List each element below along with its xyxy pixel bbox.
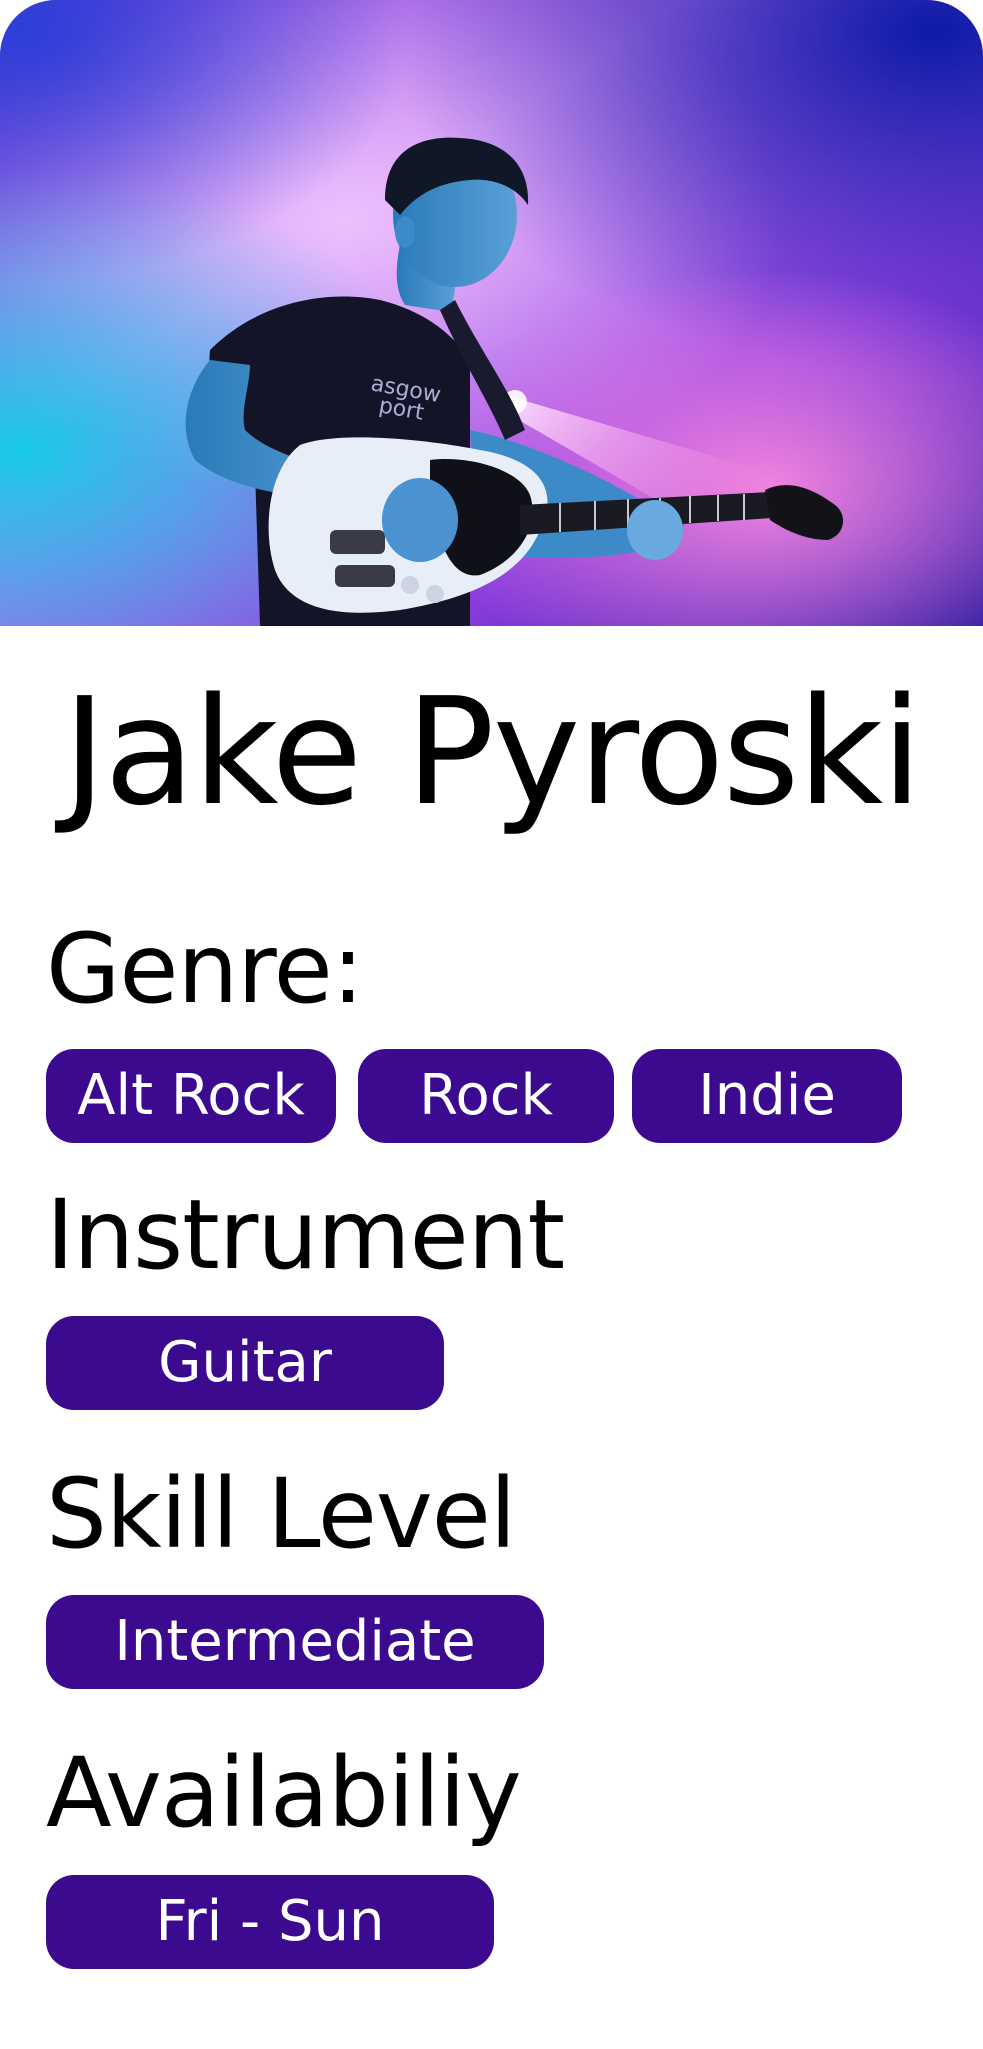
skill-level-chip-intermediate[interactable]: Intermediate bbox=[46, 1595, 544, 1689]
skill-level-title: Skill Level bbox=[46, 1458, 516, 1570]
musician-profile-card: asgow port Jake Pyroski Genre: Alt Rock … bbox=[0, 0, 983, 2049]
profile-photo: asgow port bbox=[0, 0, 983, 626]
availability-chip-fri-sun[interactable]: Fri - Sun bbox=[46, 1875, 494, 1969]
genre-chip-alt-rock[interactable]: Alt Rock bbox=[46, 1049, 336, 1143]
genre-title: Genre: bbox=[46, 913, 364, 1025]
profile-name: Jake Pyroski bbox=[62, 666, 923, 838]
instrument-chip-guitar[interactable]: Guitar bbox=[46, 1316, 444, 1410]
genre-chip-indie[interactable]: Indie bbox=[632, 1049, 902, 1143]
guitarist-photo-icon: asgow port bbox=[0, 0, 983, 626]
availability-title: Availabiliy bbox=[46, 1737, 522, 1849]
instrument-title: Instrument bbox=[46, 1179, 565, 1291]
genre-chip-rock[interactable]: Rock bbox=[358, 1049, 614, 1143]
